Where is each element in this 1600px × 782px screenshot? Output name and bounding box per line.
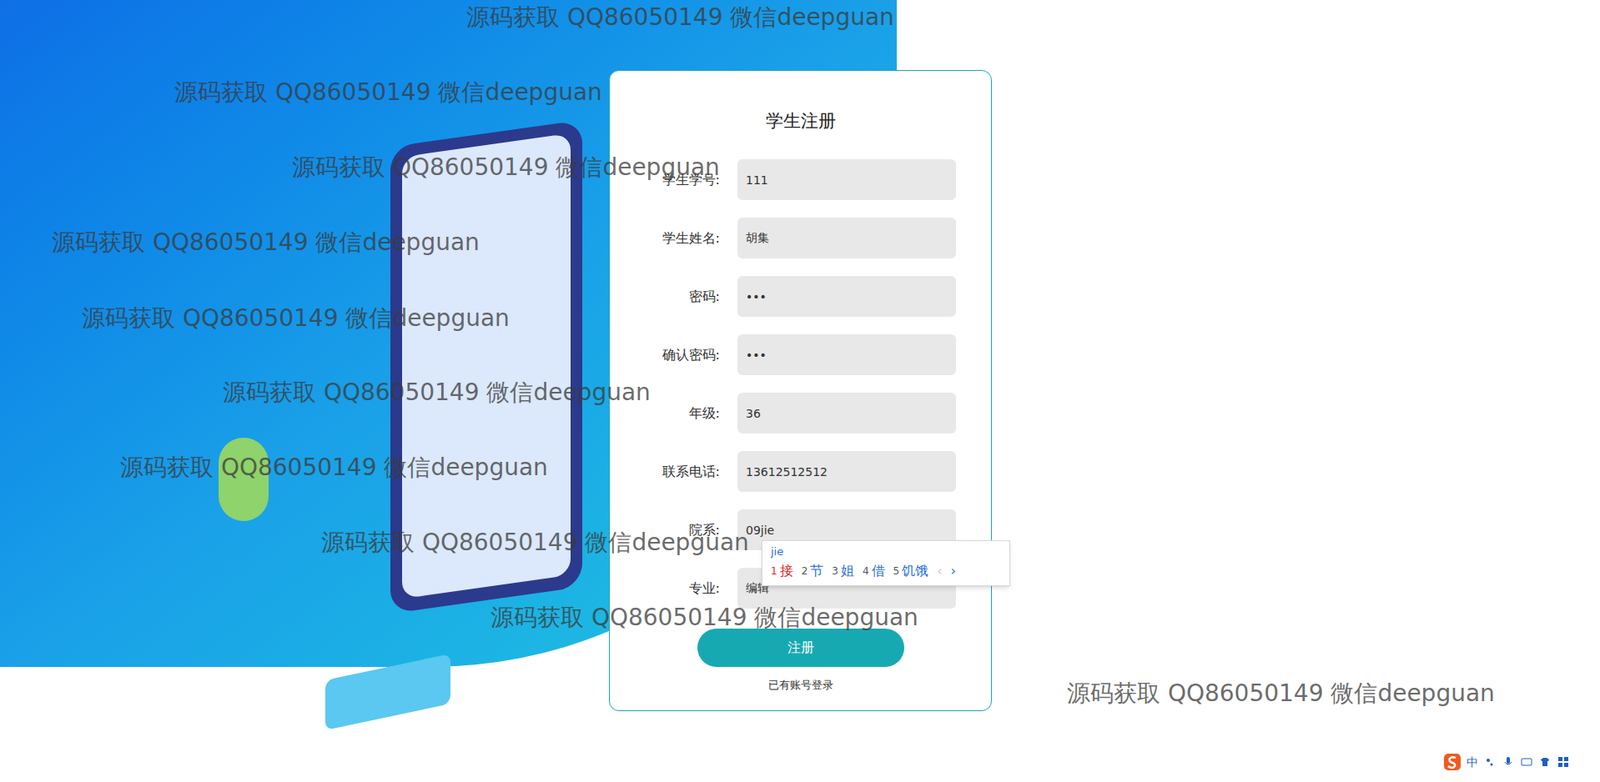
field-input[interactable] <box>737 217 956 259</box>
field-input[interactable] <box>737 159 956 201</box>
watermark: 源码获取 QQ86050149 微信deepguan <box>466 3 895 32</box>
form-row: 学生姓名: <box>609 217 992 259</box>
ime-mode[interactable]: 中 <box>1466 754 1479 772</box>
form-row: 密码: <box>609 276 992 317</box>
field-input[interactable] <box>737 392 956 434</box>
watermark: 源码获取 QQ86050149 微信deepguan <box>81 304 510 333</box>
candidate-text: 饥饿 <box>901 560 929 583</box>
field-label: 学生姓名: <box>609 228 720 249</box>
watermark: 源码获取 QQ86050149 微信deepguan <box>291 153 720 182</box>
watermark: 源码获取 QQ86050149 微信deepguan <box>1066 679 1495 709</box>
ime-candidate[interactable]: 4借 <box>862 560 886 583</box>
skin-icon[interactable] <box>1538 755 1552 770</box>
candidate-index: 5 <box>893 560 901 583</box>
watermark: 源码获取 QQ86050149 微信deepguan <box>490 603 919 633</box>
field-input[interactable] <box>737 276 956 317</box>
field-input[interactable] <box>737 334 956 376</box>
candidate-text: 接 <box>779 560 794 583</box>
ime-candidates: 1接2节3姐4借5饥饿‹› <box>770 560 1002 583</box>
form-title: 学生注册 <box>765 110 836 131</box>
candidate-index: 3 <box>831 560 839 583</box>
watermark: 源码获取 QQ86050149 微信deepguan <box>222 378 651 408</box>
field-label: 联系电话: <box>609 462 720 483</box>
register-button[interactable]: 注册 <box>697 628 905 668</box>
candidate-index: 4 <box>862 560 870 583</box>
ime-composition: jie <box>770 543 1002 561</box>
ime-candidate[interactable]: 3姐 <box>831 560 855 583</box>
ime-next-button[interactable]: › <box>950 560 956 583</box>
candidate-text: 借 <box>871 560 886 583</box>
watermark: 源码获取 QQ86050149 微信deepguan <box>51 228 480 257</box>
watermark: 源码获取 QQ86050149 微信deepguan <box>120 453 549 483</box>
candidate-text: 节 <box>810 560 824 583</box>
watermark: 源码获取 QQ86050149 微信deepguan <box>174 78 603 107</box>
field-label: 确认密码: <box>609 345 720 366</box>
field-label: 年级: <box>609 403 720 424</box>
ime-candidate[interactable]: 5饥饿 <box>893 560 930 583</box>
ime-candidate[interactable]: 2节 <box>801 560 825 583</box>
candidate-index: 2 <box>801 560 809 583</box>
watermark: 源码获取 QQ86050149 微信deepguan <box>321 528 750 558</box>
candidate-index: 1 <box>770 560 778 583</box>
field-label: 专业: <box>609 578 720 599</box>
ime-candidate[interactable]: 1接 <box>770 560 794 583</box>
form-row: 确认密码: <box>609 334 992 376</box>
form-row: 联系电话: <box>609 451 992 493</box>
toolbox-icon[interactable] <box>1556 755 1570 770</box>
field-input[interactable] <box>737 451 956 493</box>
ime-toolbar[interactable]: 中 <box>1439 750 1574 775</box>
ime-candidate-window: jie1接2节3姐4借5饥饿‹› <box>761 540 1011 587</box>
field-label: 学生学号: <box>609 170 720 191</box>
tree-illustration <box>218 437 269 522</box>
candidate-text: 姐 <box>840 560 855 583</box>
login-link[interactable]: 已有账号登录 <box>768 677 834 695</box>
register-card: 学生注册 学生学号: 学生姓名: 密码: 确认密码: 年级: 联系电话: 院系: 专业: 注册… <box>608 70 992 712</box>
keyboard-icon[interactable] <box>1519 755 1534 770</box>
microphone-icon[interactable] <box>1501 755 1515 770</box>
form-row: 年级: <box>609 392 992 434</box>
punctuation-icon[interactable] <box>1483 755 1497 770</box>
field-label: 院系: <box>609 520 720 541</box>
phone-illustration <box>390 120 583 614</box>
sogou-logo-icon[interactable] <box>1443 753 1462 772</box>
field-label: 密码: <box>609 286 720 307</box>
form-row: 学生学号: <box>609 159 992 201</box>
ime-prev-button[interactable]: ‹ <box>936 560 942 583</box>
